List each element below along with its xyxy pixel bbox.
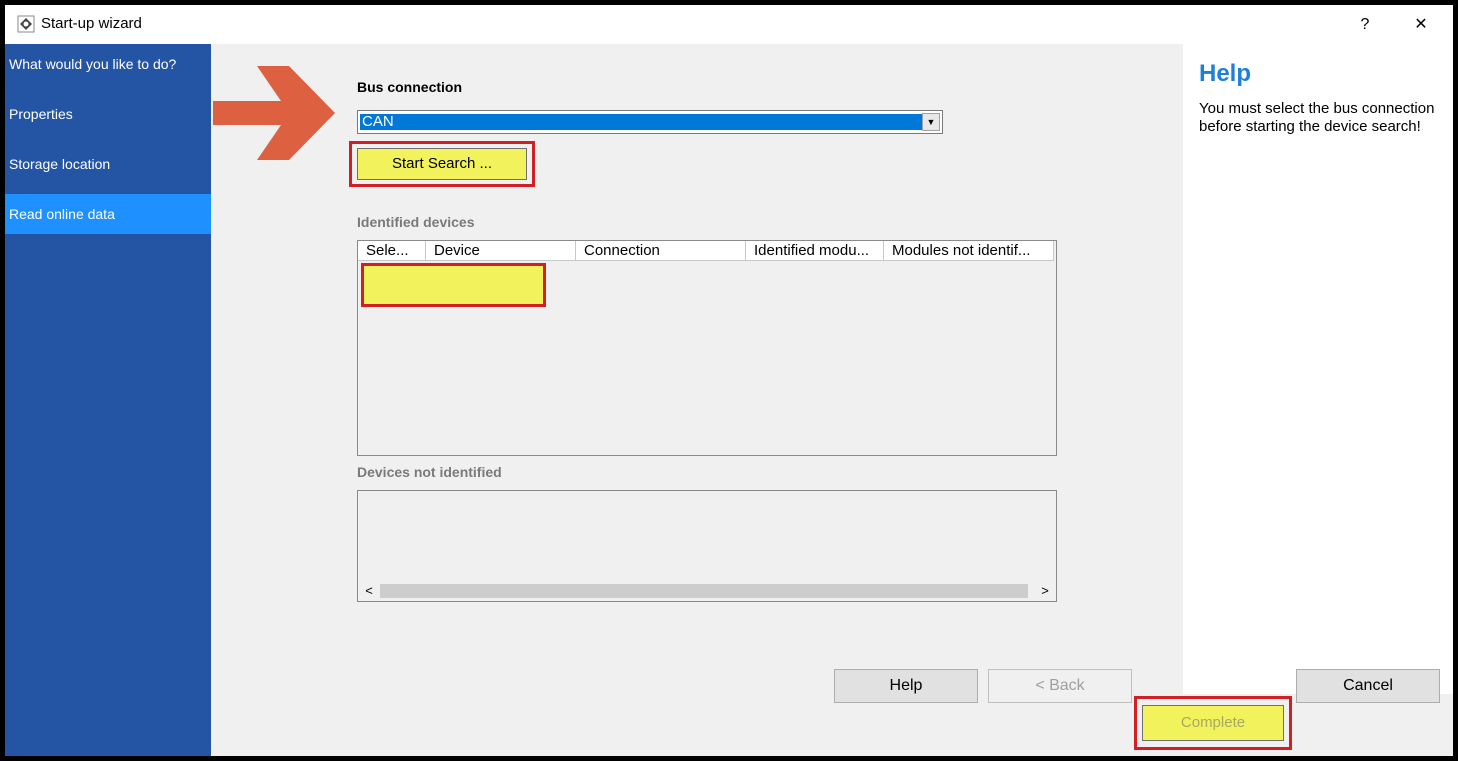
help-text: You must select the bus connection befor… bbox=[1199, 100, 1435, 135]
column-header-identified-modules[interactable]: Identified modu... bbox=[746, 241, 884, 261]
devices-not-identified-list[interactable]: < > bbox=[357, 490, 1057, 602]
start-search-button[interactable]: Start Search ... bbox=[357, 148, 527, 180]
select-checkbox-cell[interactable] bbox=[364, 266, 543, 304]
identified-devices-label: Identified devices bbox=[357, 214, 475, 230]
help-button[interactable]: Help bbox=[834, 669, 978, 703]
cancel-button[interactable]: Cancel bbox=[1296, 669, 1440, 703]
sidebar-item-what-to-do[interactable]: What would you like to do? bbox=[5, 44, 211, 84]
scroll-right-icon[interactable]: > bbox=[1036, 581, 1054, 601]
column-header-connection[interactable]: Connection bbox=[576, 241, 746, 261]
sidebar-item-storage-location[interactable]: Storage location bbox=[5, 144, 211, 184]
window-title: Start-up wizard bbox=[41, 15, 142, 32]
wizard-steps-sidebar: What would you like to do? Properties St… bbox=[5, 44, 211, 756]
horizontal-scrollbar[interactable]: < > bbox=[358, 581, 1056, 601]
title-bar: Start-up wizard ? ✕ bbox=[5, 5, 1453, 44]
help-title: Help bbox=[1199, 60, 1252, 87]
wizard-window: Start-up wizard ? ✕ What would you like … bbox=[5, 5, 1453, 756]
main-content: Bus connection CAN ▼ Start Search ... Id… bbox=[211, 44, 1183, 756]
arrow-pointer-icon bbox=[213, 66, 335, 160]
bus-connection-select[interactable]: CAN ▼ bbox=[357, 110, 943, 134]
dropdown-arrow-icon[interactable]: ▼ bbox=[922, 113, 940, 131]
complete-button[interactable]: Complete bbox=[1142, 705, 1284, 741]
sidebar-item-properties[interactable]: Properties bbox=[5, 94, 211, 134]
close-icon[interactable]: ✕ bbox=[1401, 11, 1441, 39]
scrollbar-thumb[interactable] bbox=[380, 584, 1028, 598]
app-icon bbox=[17, 15, 35, 33]
column-header-device[interactable]: Device bbox=[426, 241, 576, 261]
sidebar-item-read-online-data[interactable]: Read online data bbox=[5, 194, 211, 234]
column-header-modules-not-identified[interactable]: Modules not identif... bbox=[884, 241, 1054, 261]
identified-devices-list[interactable]: Sele... Device Connection Identified mod… bbox=[357, 240, 1057, 456]
devices-not-identified-label: Devices not identified bbox=[357, 464, 502, 480]
back-button[interactable]: < Back bbox=[988, 669, 1132, 703]
help-title-button[interactable]: ? bbox=[1345, 11, 1385, 39]
bus-connection-value: CAN bbox=[360, 114, 922, 130]
help-pane: Help You must select the bus connection … bbox=[1183, 44, 1453, 694]
column-header-select[interactable]: Sele... bbox=[358, 241, 426, 261]
scroll-left-icon[interactable]: < bbox=[360, 581, 378, 601]
bus-connection-label: Bus connection bbox=[357, 79, 463, 95]
